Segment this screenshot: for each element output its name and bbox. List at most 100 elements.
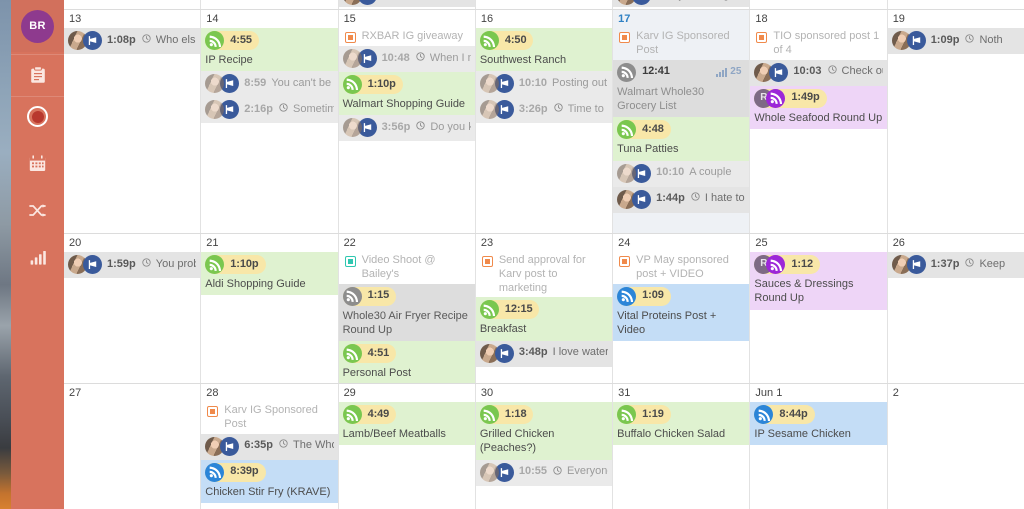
calendar-task-item[interactable]: Karv IG Sponsored Post — [201, 402, 337, 434]
calendar-day-cell[interactable]: 22 Video Shoot @ Bailey's 1:15 Whole30 Air … — [337, 234, 475, 383]
calendar-facebook-item[interactable]: 10:48 When I need — [338, 45, 475, 72]
calendar-day-cell[interactable]: 31 1:19 Buffalo Chicken Salad — [612, 384, 750, 509]
calendar-facebook-item[interactable]: 6:35p The Whole30 — [201, 433, 338, 460]
sidebar-item-analytics[interactable] — [11, 237, 64, 277]
calendar-day-cell[interactable] — [337, 0, 475, 9]
day-number: 24 — [618, 237, 631, 249]
rss-icon — [205, 462, 225, 482]
calendar-task-item[interactable]: Send approval for Karv post to marketing — [476, 252, 612, 297]
chart-bar-icon — [30, 250, 46, 265]
calendar-post-item[interactable]: R 1:49p Whole Seafood Round Up — [750, 85, 887, 129]
calendar-facebook-item[interactable]: 2:16p Sometimes — [201, 97, 338, 124]
calendar-day-cell[interactable] — [749, 0, 887, 9]
calendar-day-cell[interactable]: 16 4:50 Southwest Ranch 10:10 Posting out an… — [474, 10, 613, 233]
calendar-facebook-item[interactable]: 3:26p Time to — [475, 97, 613, 124]
calendar-facebook-item[interactable] — [338, 0, 475, 7]
task-checkbox-orange-icon[interactable] — [481, 256, 493, 268]
calendar-day-cell[interactable]: 13 1:08p Who else is sick — [64, 10, 201, 233]
calendar-day-cell[interactable]: 30 1:18 Grilled Chicken (Peaches?) 10:55 Eve… — [474, 384, 613, 509]
calendar-facebook-item[interactable]: 3:20p You might be — [613, 0, 750, 7]
calendar-post-item[interactable]: 8:44p IP Sesame Chicken — [750, 402, 887, 446]
calendar-post-item[interactable]: 1:15 Whole30 Air Fryer Recipe Round Up — [338, 283, 475, 342]
calendar-day-cell[interactable]: 23 Send approval for Karv post to marketi… — [474, 234, 613, 383]
event-time: 1:37p — [930, 257, 960, 270]
calendar-task-item[interactable]: Video Shoot @ Bailey's — [339, 252, 475, 284]
scheduled-clock-icon — [416, 121, 425, 135]
calendar-day-cell[interactable] — [886, 0, 1024, 9]
calendar-facebook-item[interactable]: 10:10 Posting out an- — [475, 71, 613, 98]
rss-icon — [754, 405, 774, 425]
calendar-post-item[interactable]: 4:50 Southwest Ranch — [475, 28, 613, 72]
calendar-facebook-item[interactable]: 3:48p I love water — [475, 340, 613, 367]
sidebar-avatar-button[interactable]: BR — [11, 0, 64, 52]
task-checkbox-orange-icon[interactable] — [619, 256, 631, 268]
post-time-badge: 12:15 — [479, 300, 540, 320]
calendar-day-cell[interactable] — [200, 0, 338, 9]
calendar-day-cell[interactable] — [64, 0, 201, 9]
calendar-day-cell[interactable]: 15 RXBAR IG giveaway 10:48 When I need 1:10p… — [337, 10, 475, 233]
day-number: 29 — [343, 387, 356, 399]
calendar-post-item[interactable]: 4:55 IP Recipe — [201, 28, 338, 72]
sidebar-item-queue[interactable] — [11, 190, 64, 230]
calendar-post-item[interactable]: 12:41 25 Walmart Whole30 Grocery List — [613, 59, 750, 118]
calendar-day-cell[interactable]: 18 TIO sponsored post 1 of 4 10:03 Check ou… — [749, 10, 887, 233]
sidebar-item-publish[interactable] — [11, 96, 64, 136]
task-checkbox-orange-icon[interactable] — [619, 32, 631, 44]
calendar-task-item[interactable]: RXBAR IG giveaway — [339, 28, 475, 46]
calendar-day-cell-today[interactable]: 17 Karv IG Sponsored Post 12:41 25 Walmart W… — [612, 10, 750, 233]
event-time: 10:55 — [518, 465, 547, 478]
task-checkbox-orange-icon[interactable] — [344, 32, 356, 44]
post-time-badge: 4:51 — [342, 344, 397, 364]
calendar-task-item[interactable]: Karv IG Sponsored Post — [613, 28, 749, 60]
calendar-task-item[interactable]: VP May sponsored post + VIDEO — [613, 252, 749, 284]
calendar-facebook-item[interactable]: 1:37p Keep — [887, 252, 1024, 279]
calendar-facebook-item[interactable]: 8:59 You can't be — [201, 71, 338, 98]
calendar-post-item[interactable]: 4:49 Lamb/Beef Meatballs — [338, 402, 475, 446]
calendar-day-cell[interactable]: 20 1:59p You probably — [64, 234, 201, 383]
calendar-facebook-item[interactable]: 3:56p Do you know — [338, 115, 475, 142]
calendar-facebook-item[interactable]: 10:55 Everyone — [475, 459, 613, 486]
calendar-day-cell[interactable]: Jun 1 8:44p IP Sesame Chicken — [749, 384, 887, 509]
sidebar-item-calendar[interactable] — [11, 143, 64, 183]
facebook-page-icon — [83, 31, 102, 51]
calendar-facebook-item[interactable]: 10:10 A couple — [613, 160, 750, 187]
calendar-day-cell[interactable]: 28 Karv IG Sponsored Post 6:35p The Whole30… — [200, 384, 338, 509]
calendar-day-cell[interactable]: 14 4:55 IP Recipe 8:59 You can't be 2:16p Some… — [200, 10, 338, 233]
calendar-post-item[interactable]: 12:15 Breakfast — [475, 297, 613, 341]
calendar-day-cell[interactable]: 19 1:09p Noth — [886, 10, 1024, 233]
calendar-day-cell[interactable] — [474, 0, 613, 9]
calendar-facebook-item[interactable]: 10:03 Check out my — [750, 59, 887, 86]
calendar-facebook-item[interactable]: 1:09p Noth — [887, 28, 1024, 55]
calendar-post-item[interactable]: 4:51 Personal Post — [338, 341, 475, 383]
task-checkbox-orange-icon[interactable] — [207, 406, 219, 418]
calendar-post-item[interactable]: 1:10p Aldi Shopping Guide — [201, 252, 338, 296]
calendar-day-cell[interactable]: 2 — [886, 384, 1024, 509]
calendar-post-item[interactable]: 1:18 Grilled Chicken (Peaches?) — [475, 402, 613, 460]
calendar-day-cell[interactable]: 26 1:37p Keep — [886, 234, 1024, 383]
calendar-post-item[interactable]: 1:19 Buffalo Chicken Salad — [613, 402, 750, 446]
desktop-wallpaper-strip — [0, 0, 11, 509]
calendar-day-cell[interactable]: 24 VP May sponsored post + VIDEO 1:09 Vital… — [612, 234, 750, 383]
post-time-badge: 12:41 — [617, 62, 673, 82]
calendar-task-item[interactable]: TIO sponsored post 1 of 4 — [750, 28, 886, 60]
calendar-post-item[interactable]: 1:10p Walmart Shopping Guide — [338, 71, 475, 116]
calendar-facebook-item[interactable]: 1:44p I hate to say it — [613, 186, 750, 213]
calendar-day-cell[interactable]: 27 — [64, 384, 201, 509]
profile-photo-avatar — [479, 462, 499, 482]
task-checkbox-teal-icon[interactable] — [344, 256, 356, 268]
sidebar-item-content[interactable] — [11, 54, 64, 94]
task-checkbox-orange-icon[interactable] — [756, 32, 768, 44]
calendar-day-cell[interactable]: 29 4:49 Lamb/Beef Meatballs — [337, 384, 475, 509]
calendar-post-item[interactable]: 1:09 Vital Proteins Post + Video — [613, 283, 750, 342]
event-message: I love water — [552, 346, 609, 359]
calendar-facebook-item[interactable]: 1:08p Who else is sick — [64, 28, 201, 55]
calendar-day-cell[interactable]: 21 1:10p Aldi Shopping Guide — [200, 234, 338, 383]
calendar-day-cell[interactable]: 3:20p You might be — [612, 0, 750, 9]
task-title: RXBAR IG giveaway — [361, 30, 464, 43]
calendar-day-cell[interactable]: 25 R 1:12 Sauces & Dressings Round Up — [749, 234, 887, 383]
post-title: Lamb/Beef Meatballs — [342, 428, 446, 441]
calendar-post-item[interactable]: R 1:12 Sauces & Dressings Round Up — [750, 252, 887, 310]
calendar-facebook-item[interactable]: 1:59p You probably — [64, 252, 201, 279]
calendar-post-item[interactable]: 8:39p Chicken Stir Fry (KRAVE) — [201, 459, 338, 503]
calendar-post-item[interactable]: 4:48 Tuna Patties — [613, 117, 750, 161]
